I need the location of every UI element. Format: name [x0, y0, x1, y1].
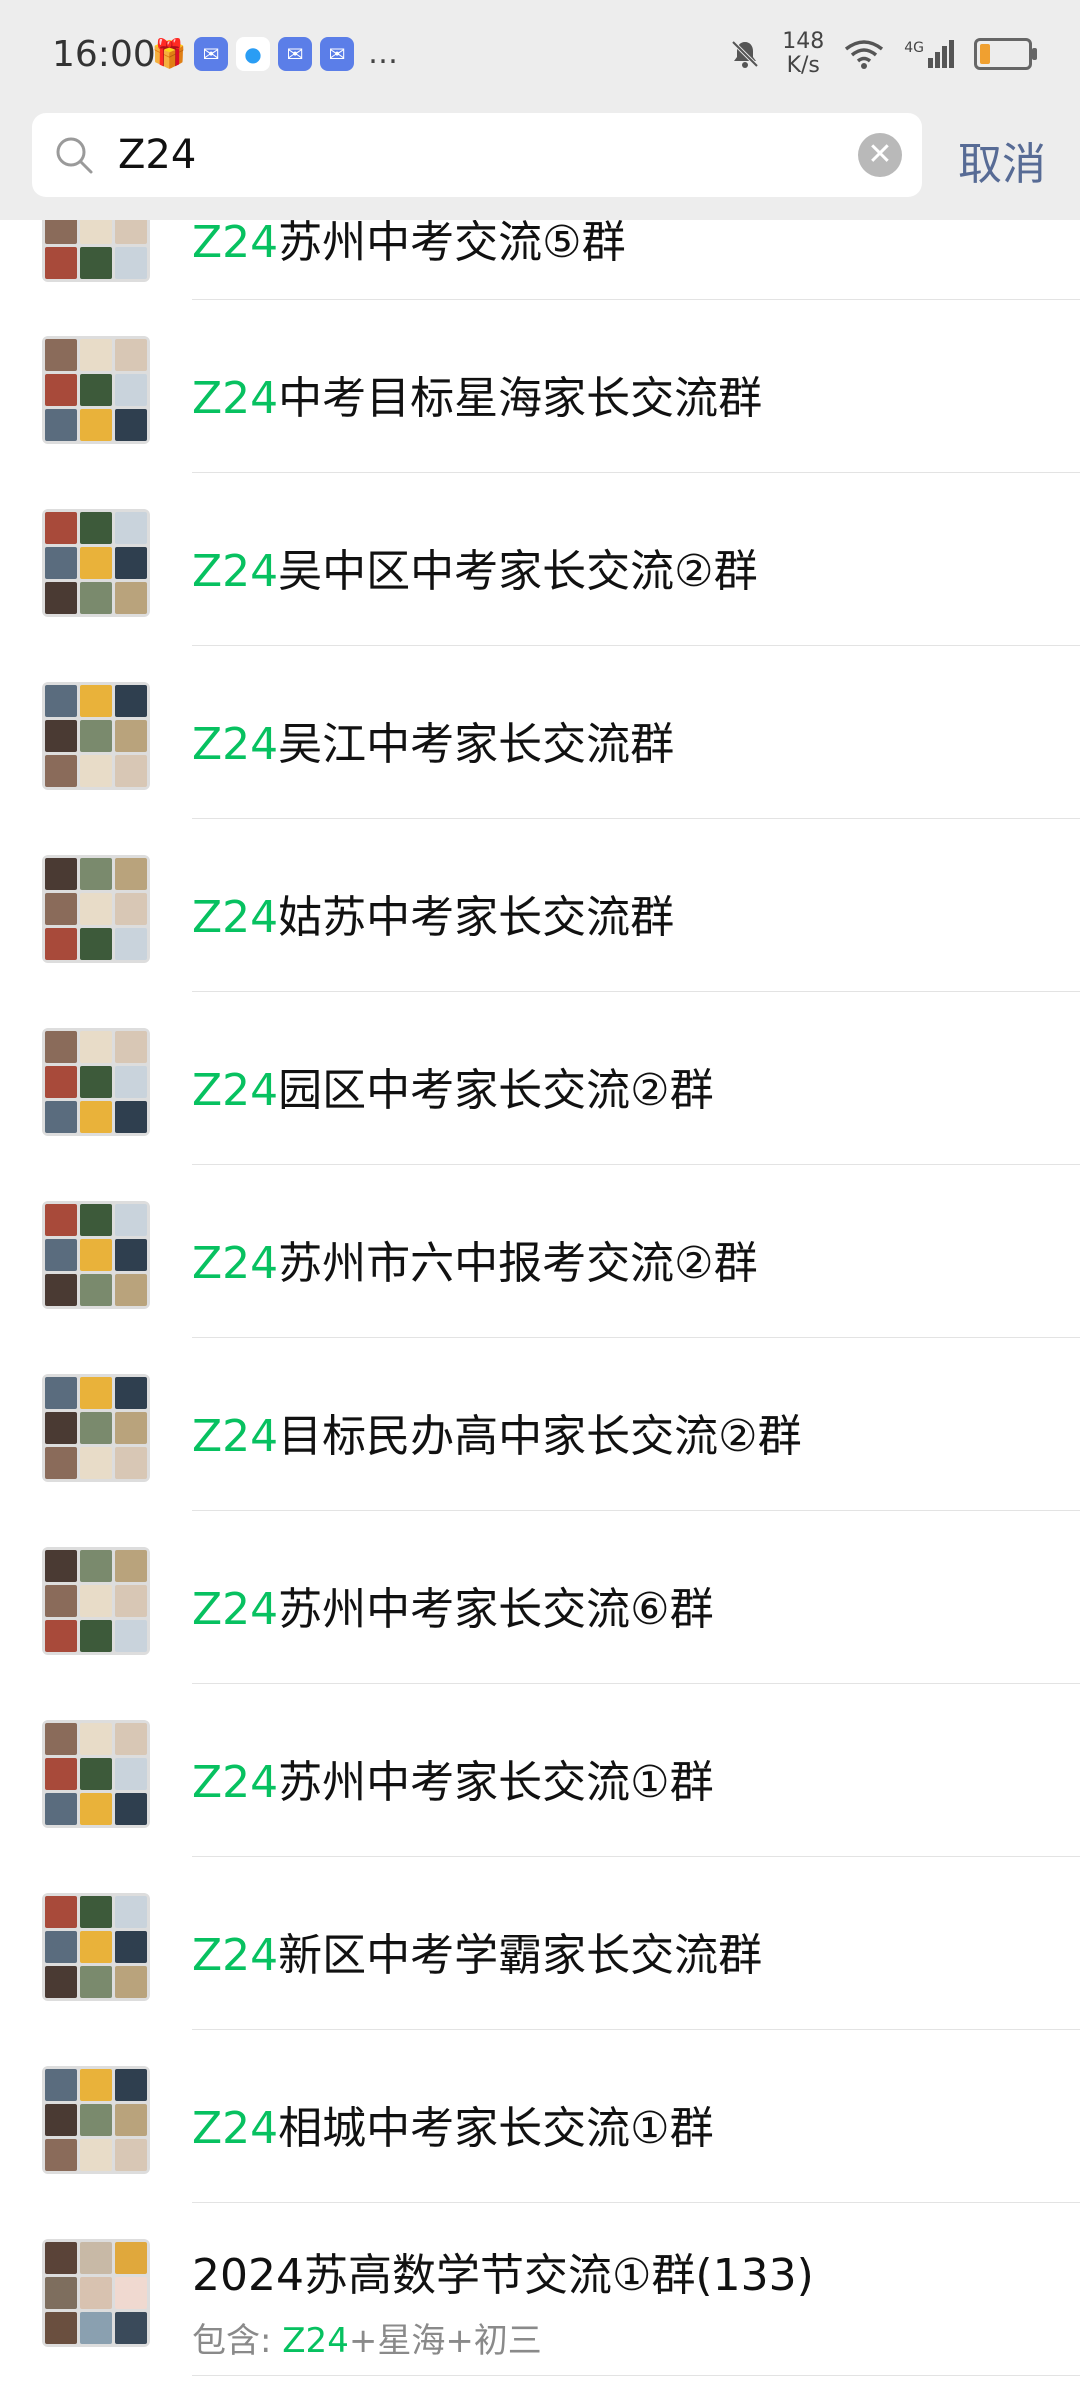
- group-avatar: [42, 1201, 150, 1309]
- app-notification-icon: ✉: [278, 36, 312, 71]
- net-speed-value: 148: [782, 29, 825, 54]
- group-title: Z24苏州中考家长交流⑥群: [192, 1573, 714, 1637]
- divider: [192, 2375, 1080, 2376]
- list-item[interactable]: Z24相城中考家长交流①群: [0, 2030, 1080, 2203]
- app-notification-icon: ✉: [320, 36, 354, 71]
- app-notification-icon: ✉: [194, 36, 228, 71]
- group-title: Z24吴江中考家长交流群: [192, 708, 674, 772]
- list-item[interactable]: 2024苏高数学节交流①群(133) 包含: Z24+星海+初三: [0, 2203, 1080, 2376]
- group-avatar: [42, 1374, 150, 1482]
- group-title: Z24新区中考学霸家长交流群: [192, 1919, 762, 1983]
- group-name-rest: 园区中考家长交流②群: [278, 1065, 714, 1116]
- group-name-rest: 姑苏中考家长交流群: [278, 892, 675, 943]
- group-avatar: [42, 1893, 150, 2001]
- match-hint: 包含: Z24+星海+初三: [192, 2313, 542, 2362]
- group-title: Z24相城中考家长交流①群: [192, 2092, 714, 2156]
- group-title: Z24吴中区中考家长交流②群: [192, 535, 758, 599]
- group-name-rest: 吴江中考家长交流群: [278, 719, 675, 770]
- cancel-button[interactable]: 取消: [958, 128, 1046, 192]
- status-time: 16:00: [52, 34, 156, 75]
- status-bar: 16:00 🎁 ✉ ● ✉ ✉ … 148 K/s 4G: [0, 0, 1080, 112]
- more-icon: …: [368, 36, 400, 71]
- group-title: Z24苏州中考家长交流①群: [192, 1746, 714, 1810]
- match-keyword: Z24: [192, 220, 279, 268]
- network-type: 4G: [904, 40, 924, 56]
- notification-icons: 🎁 ✉ ● ✉ ✉ …: [152, 36, 400, 71]
- cellular-signal-icon: 4G: [904, 40, 954, 68]
- group-title: 2024苏高数学节交流①群(133): [192, 2250, 814, 2301]
- battery-icon: [974, 38, 1037, 70]
- match-keyword: Z24: [192, 892, 279, 943]
- mute-bell-icon: [731, 40, 759, 68]
- match-keyword: Z24: [192, 1930, 279, 1981]
- search-results-list: Z24苏州中考交流⑤群 Z24中考目标星海家长交流群 Z24吴中区中考家长交流②群 Z…: [0, 220, 1080, 2376]
- group-title: Z24姑苏中考家长交流群: [192, 881, 674, 945]
- list-item[interactable]: Z24吴江中考家长交流群: [0, 646, 1080, 819]
- list-item[interactable]: Z24新区中考学霸家长交流群: [0, 1857, 1080, 2030]
- group-title: Z24苏州中考交流⑤群: [192, 220, 626, 270]
- search-icon: [56, 137, 93, 174]
- wifi-icon: [845, 40, 884, 69]
- browser-icon: ●: [236, 36, 270, 71]
- group-name-rest: 中考目标星海家长交流群: [278, 373, 763, 424]
- match-keyword: Z24: [192, 373, 279, 424]
- battery-level: [980, 44, 990, 64]
- list-item[interactable]: Z24苏州中考交流⑤群: [0, 220, 1080, 300]
- group-title: Z24中考目标星海家长交流群: [192, 362, 762, 426]
- group-name-rest: 苏州市六中报考交流②群: [278, 1238, 758, 1289]
- list-item[interactable]: Z24苏州中考家长交流⑥群: [0, 1511, 1080, 1684]
- match-keyword: Z24: [192, 1065, 279, 1116]
- match-keyword: Z24: [192, 1757, 279, 1808]
- match-keyword: Z24: [282, 2321, 349, 2361]
- group-name-rest: 苏州中考家长交流⑥群: [278, 1584, 714, 1635]
- group-avatar: [42, 1720, 150, 1828]
- net-speed-unit: K/s: [786, 53, 820, 78]
- group-title: Z24园区中考家长交流②群: [192, 1054, 714, 1118]
- group-avatar: [42, 855, 150, 963]
- list-item[interactable]: Z24目标民办高中家长交流②群: [0, 1338, 1080, 1511]
- match-hint-rest: +星海+初三: [348, 2321, 542, 2361]
- list-item[interactable]: Z24苏州市六中报考交流②群: [0, 1165, 1080, 1338]
- match-keyword: Z24: [192, 2103, 279, 2154]
- search-box[interactable]: ✕: [32, 113, 922, 197]
- group-avatar: [42, 2066, 150, 2174]
- group-title: Z24苏州市六中报考交流②群: [192, 1227, 758, 1291]
- gift-icon: 🎁: [151, 37, 187, 70]
- group-name-rest: 苏州中考家长交流①群: [278, 1757, 714, 1808]
- group-avatar: [42, 682, 150, 790]
- list-item[interactable]: Z24姑苏中考家长交流群: [0, 819, 1080, 992]
- group-avatar: [42, 2239, 150, 2347]
- net-speed: 148 K/s: [782, 30, 824, 78]
- match-keyword: Z24: [192, 1411, 279, 1462]
- list-item[interactable]: Z24吴中区中考家长交流②群: [0, 473, 1080, 646]
- match-keyword: Z24: [192, 719, 279, 770]
- match-hint-label: 包含:: [192, 2321, 283, 2361]
- status-right: 148 K/s 4G: [728, 30, 1037, 78]
- group-name-rest: 苏州中考交流⑤群: [278, 220, 626, 268]
- group-avatar: [42, 336, 150, 444]
- group-name-rest: 相城中考家长交流①群: [278, 2103, 714, 2154]
- group-name-rest: 新区中考学霸家长交流群: [278, 1930, 763, 1981]
- clear-icon[interactable]: ✕: [858, 133, 902, 177]
- match-keyword: Z24: [192, 1238, 279, 1289]
- group-avatar: [42, 220, 150, 282]
- list-item[interactable]: Z24中考目标星海家长交流群: [0, 300, 1080, 473]
- group-avatar: [42, 509, 150, 617]
- group-avatar: [42, 1547, 150, 1655]
- list-item[interactable]: Z24园区中考家长交流②群: [0, 992, 1080, 1165]
- group-title: Z24目标民办高中家长交流②群: [192, 1400, 802, 1464]
- match-keyword: Z24: [192, 546, 279, 597]
- list-item[interactable]: Z24苏州中考家长交流①群: [0, 1684, 1080, 1857]
- group-name-rest: 吴中区中考家长交流②群: [278, 546, 758, 597]
- match-keyword: Z24: [192, 1584, 279, 1635]
- search-header: ✕ 取消: [0, 112, 1080, 220]
- group-avatar: [42, 1028, 150, 1136]
- group-name-rest: 目标民办高中家长交流②群: [278, 1411, 802, 1462]
- search-input[interactable]: [118, 121, 858, 189]
